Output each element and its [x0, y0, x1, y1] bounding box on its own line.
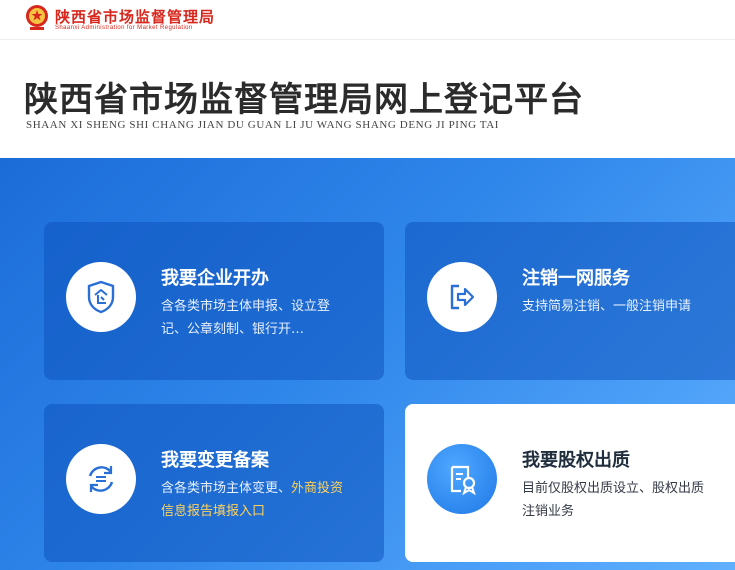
service-card-deregistration[interactable]: 注销一网服务 支持简易注销、一般注销申请: [405, 222, 735, 380]
service-card-enterprise-setup[interactable]: 我要企业开办 含各类市场主体申报、设立登记、公章刻制、银行开…: [44, 222, 384, 380]
top-header: 陕西省市场监督管理局 Shaanxi Administration for Ma…: [0, 0, 735, 40]
card-title: 我要企业开办: [161, 268, 269, 289]
page-title: 陕西省市场监督管理局网上登记平台: [24, 80, 584, 120]
card-title: 注销一网服务: [522, 268, 630, 289]
card-description-main: 含各类市场主体变更、: [161, 481, 292, 496]
service-card-change-filing[interactable]: 我要变更备案 含各类市场主体变更、外商投资信息报告填报入口: [44, 404, 384, 562]
card-description: 含各类市场主体变更、外商投资信息报告填报入口: [161, 477, 351, 523]
card-title: 我要股权出质: [522, 450, 630, 471]
services-hero: 我要企业开办 含各类市场主体申报、设立登记、公章刻制、银行开… 注销一网服务 支…: [0, 158, 735, 570]
card-title: 我要变更备案: [161, 450, 269, 471]
national-emblem-icon: [25, 3, 49, 31]
card-description: 支持简易注销、一般注销申请: [522, 299, 692, 314]
card-description: 含各类市场主体申报、设立登记、公章刻制、银行开…: [161, 299, 331, 337]
brand-name-cn[interactable]: 陕西省市场监督管理局: [55, 6, 215, 27]
service-card-equity-pledge[interactable]: 我要股权出质 目前仅股权出质设立、股权出质注销业务: [405, 404, 735, 562]
card-description: 目前仅股权出质设立、股权出质注销业务: [522, 481, 705, 519]
enterprise-shield-icon: [66, 262, 136, 332]
logout-exit-icon: [427, 262, 497, 332]
brand-name-en: Shaanxi Administration for Market Regula…: [55, 25, 193, 31]
equity-certificate-icon: [427, 444, 497, 514]
platform-title-band: 陕西省市场监督管理局网上登记平台 SHAAN XI SHENG SHI CHAN…: [0, 40, 735, 158]
change-refresh-icon: [66, 444, 136, 514]
page-title-pinyin: SHAAN XI SHENG SHI CHANG JIAN DU GUAN LI…: [26, 119, 500, 131]
